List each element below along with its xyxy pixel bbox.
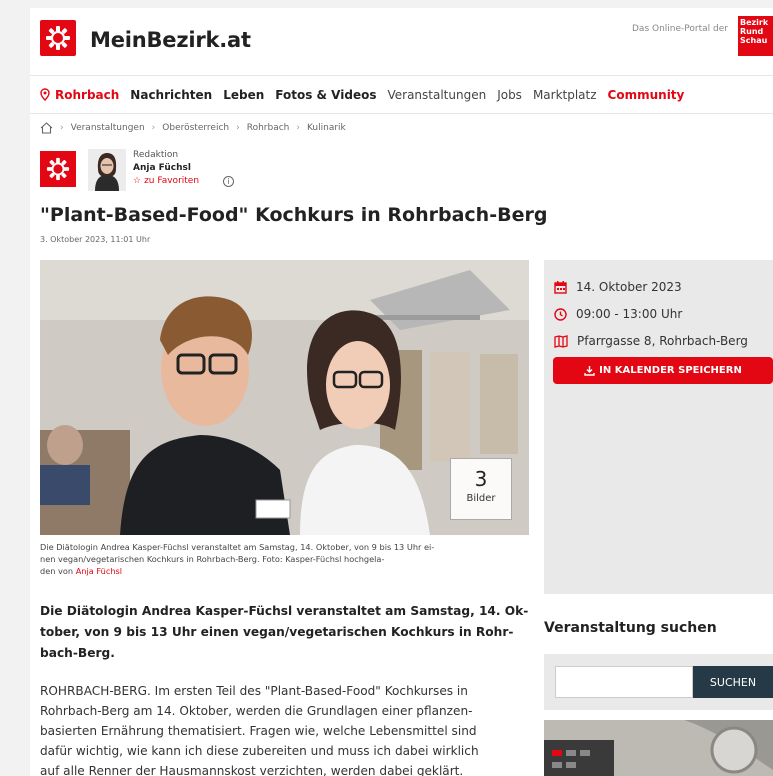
breadcrumb-item[interactable]: Kulinarik bbox=[307, 123, 346, 133]
location-pin-icon bbox=[40, 88, 50, 101]
event-date-row: 14. Oktober 2023 bbox=[554, 280, 682, 294]
event-search-title: Veranstaltung suchen bbox=[544, 620, 717, 636]
event-info-box: 14. Oktober 2023 09:00 - 13:00 Uhr Pfarr… bbox=[544, 260, 773, 594]
image-gallery-counter[interactable]: 3 Bilder bbox=[450, 458, 512, 520]
image-caption: Die Diätologin Andrea Kasper-Füchsl vera… bbox=[40, 541, 529, 577]
body-line: Rohrbach-Berg am 14. Oktober, werden die… bbox=[40, 704, 473, 718]
event-search-box: SUCHEN bbox=[544, 654, 773, 710]
caption-upload-prefix: den von bbox=[40, 566, 74, 576]
event-location-row: Pfarrgasse 8, Rohrbach-Berg bbox=[554, 334, 748, 348]
breadcrumb-item[interactable]: Veranstaltungen bbox=[71, 123, 145, 133]
event-time-row: 09:00 - 13:00 Uhr bbox=[554, 307, 682, 321]
article-body: ROHRBACH-BERG. Im ersten Teil des "Plant… bbox=[40, 681, 530, 776]
teaser-image[interactable] bbox=[544, 720, 773, 776]
badge-line: Rund bbox=[740, 27, 764, 36]
body-line: dafür wichtig, wie kann ich diese zubere… bbox=[40, 744, 479, 758]
body-line: auf alle Renner der Hausmannskost verzic… bbox=[40, 764, 464, 776]
nav-item-veranstaltungen[interactable]: Veranstaltungen bbox=[387, 88, 486, 102]
site-logo-text[interactable]: MeinBezirk.at bbox=[90, 28, 251, 52]
nav-item-community[interactable]: Community bbox=[608, 88, 685, 102]
lead-line: bach-Berg. bbox=[40, 646, 115, 660]
author-avatar[interactable] bbox=[88, 149, 126, 191]
calendar-icon bbox=[554, 280, 567, 294]
nav-item-jobs[interactable]: Jobs bbox=[497, 88, 522, 102]
breadcrumb-separator: › bbox=[236, 123, 240, 133]
event-date: 14. Oktober 2023 bbox=[576, 280, 682, 294]
event-search-input[interactable] bbox=[555, 666, 693, 698]
info-icon[interactable]: i bbox=[223, 176, 234, 187]
nav-location[interactable]: Rohrbach bbox=[40, 88, 119, 102]
breadcrumb-separator: › bbox=[151, 123, 156, 133]
badge-line: Schau bbox=[740, 36, 768, 45]
save-to-calendar-button[interactable]: IN KALENDER SPEICHERN bbox=[553, 357, 773, 384]
download-icon bbox=[584, 366, 595, 376]
add-favorite-link[interactable]: ☆ zu Favoriten bbox=[133, 176, 199, 186]
author-role: Redaktion bbox=[133, 150, 179, 160]
nav-item-marktplatz[interactable]: Marktplatz bbox=[533, 88, 597, 102]
redaktion-logo-icon bbox=[40, 151, 76, 187]
breadcrumb-item[interactable]: Oberösterreich bbox=[162, 123, 229, 133]
save-to-calendar-label: IN KALENDER SPEICHERN bbox=[599, 365, 742, 376]
add-favorite-label: zu Favoriten bbox=[144, 176, 200, 186]
clock-icon bbox=[554, 307, 567, 321]
page: MeinBezirk.at Das Online-Portal der Bezi… bbox=[30, 8, 773, 776]
event-search-button[interactable]: SUCHEN bbox=[693, 666, 773, 698]
map-icon bbox=[554, 334, 568, 348]
body-line: ROHRBACH-BERG. Im ersten Teil des "Plant… bbox=[40, 684, 468, 698]
breadcrumb-item[interactable]: Rohrbach bbox=[247, 123, 290, 133]
bezirksrundschau-logo[interactable]: Bezirk Rund Schau bbox=[738, 16, 773, 56]
caption-line: Die Diätologin Andrea Kasper-Füchsl vera… bbox=[40, 542, 435, 552]
breadcrumb-separator: › bbox=[296, 123, 300, 133]
badge-line: Bezirk bbox=[740, 18, 769, 27]
article-title: "Plant-Based-Food" Kochkurs in Rohrbach-… bbox=[40, 204, 548, 226]
lead-line: tober, von 9 bis 13 Uhr einen vegan/vege… bbox=[40, 625, 514, 639]
event-location[interactable]: Pfarrgasse 8, Rohrbach-Berg bbox=[577, 334, 748, 348]
caption-uploader-link[interactable]: Anja Füchsl bbox=[76, 566, 122, 576]
article-date: 3. Oktober 2023, 11:01 Uhr bbox=[40, 235, 151, 244]
image-count: 3 bbox=[474, 467, 488, 491]
event-time: 09:00 - 13:00 Uhr bbox=[576, 307, 683, 321]
lead-line: Die Diätologin Andrea Kasper-Füchsl vera… bbox=[40, 604, 529, 618]
caption-line: nen vegan/vegetarischen Kochkurs in Rohr… bbox=[40, 554, 385, 564]
nav-item-fotos-videos[interactable]: Fotos & Videos bbox=[275, 88, 376, 102]
author-name[interactable]: Anja Füchsl bbox=[133, 163, 191, 173]
body-line: basierten Ernährung thematisiert. Fragen… bbox=[40, 724, 477, 738]
star-icon: ☆ bbox=[133, 176, 142, 186]
portal-tagline: Das Online-Portal der bbox=[632, 24, 728, 34]
site-header: MeinBezirk.at Das Online-Portal der Bezi… bbox=[30, 8, 773, 76]
nav-item-nachrichten[interactable]: Nachrichten bbox=[130, 88, 212, 102]
breadcrumb-separator: › bbox=[60, 123, 64, 133]
article-lead: Die Diätologin Andrea Kasper-Füchsl vera… bbox=[40, 601, 530, 664]
nav-item-leben[interactable]: Leben bbox=[223, 88, 264, 102]
main-nav: Rohrbach Nachrichten Leben Fotos & Video… bbox=[30, 76, 773, 114]
image-count-label: Bilder bbox=[466, 493, 496, 504]
home-icon[interactable] bbox=[40, 122, 53, 134]
nav-location-label: Rohrbach bbox=[55, 87, 120, 102]
logo-icon[interactable] bbox=[40, 20, 76, 56]
breadcrumb: › Veranstaltungen › Oberösterreich › Roh… bbox=[40, 122, 346, 134]
